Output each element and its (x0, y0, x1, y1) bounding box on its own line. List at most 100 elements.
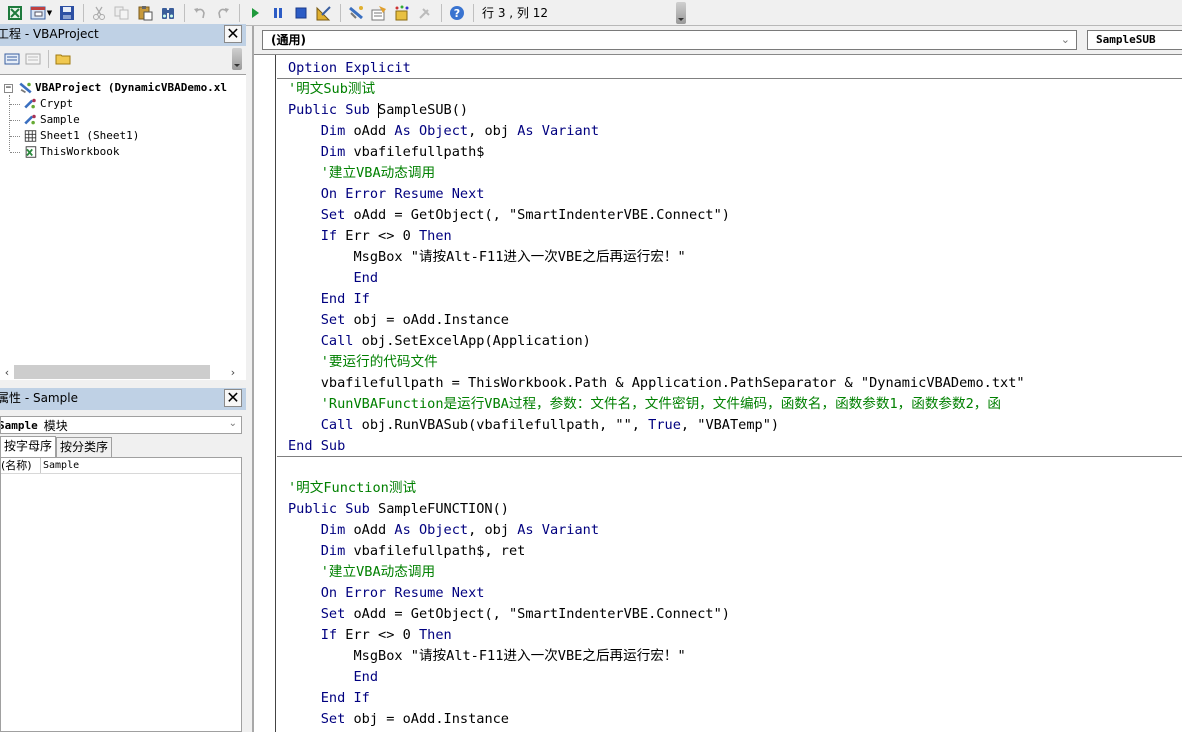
code-line[interactable]: Set obj = oAdd.Instance (288, 709, 1025, 730)
close-icon: ✕ (226, 24, 240, 43)
project-explorer-button[interactable] (345, 2, 367, 24)
toolbar-separator (48, 50, 49, 68)
tree-item-label: ThisWorkbook (40, 145, 120, 158)
properties-panel-close-button[interactable]: ✕ (224, 389, 242, 407)
code-token: , obj (468, 123, 518, 139)
save-button[interactable] (56, 2, 78, 24)
property-row[interactable]: (名称) Sample (1, 458, 241, 474)
view-object-button[interactable] (23, 48, 43, 70)
redo-button[interactable] (212, 2, 234, 24)
code-keyword: Then (418, 627, 452, 643)
help-button[interactable]: ? (446, 2, 468, 24)
code-line[interactable]: Dim vbafilefullpath$, ret (288, 541, 1025, 562)
tree-root-label: VBAProject (DynamicVBADemo.xl (35, 81, 228, 94)
code-line[interactable]: Set oAdd = GetObject(, "SmartIndenterVBE… (288, 205, 1025, 226)
code-line[interactable]: Option Explicit (288, 58, 1025, 79)
paste-button[interactable] (134, 2, 156, 24)
code-line[interactable]: Set obj = oAdd.Instance (288, 310, 1025, 331)
code-line[interactable]: Dim vbafilefullpath$ (288, 142, 1025, 163)
code-line[interactable]: End Sub (288, 436, 1025, 457)
code-keyword: As Object (394, 123, 469, 139)
copy-button[interactable] (111, 2, 133, 24)
tree-item-sample[interactable]: Sample (10, 112, 80, 128)
code-line[interactable] (288, 457, 1025, 478)
folder-icon (55, 54, 71, 65)
code-line[interactable]: Set oAdd = GetObject(, "SmartIndenterVBE… (288, 604, 1025, 625)
property-value[interactable]: Sample (41, 458, 79, 473)
view-code-button[interactable] (2, 48, 22, 70)
tree-item-sheet1[interactable]: Sheet1 (Sheet1) (10, 128, 139, 144)
object-combobox[interactable]: (通用) ⌄ (262, 30, 1077, 50)
code-line[interactable]: MsgBox "请按Alt-F11进入一次VBE之后再运行宏！" (288, 646, 1025, 667)
code-line[interactable]: '建立VBA动态调用 (288, 562, 1025, 583)
project-panel-close-button[interactable]: ✕ (224, 25, 242, 43)
code-line[interactable]: If Err <> 0 Then (288, 625, 1025, 646)
view-excel-button[interactable] (4, 2, 26, 24)
insert-userform-button[interactable]: ▼ (27, 2, 55, 24)
code-line[interactable]: 'RunVBAFunction是运行VBA过程，参数：文件名，文件密钥，文件编码… (288, 394, 1025, 415)
code-line[interactable]: MsgBox "请按Alt-F11进入一次VBE之后再运行宏！" (288, 247, 1025, 268)
code-line[interactable]: End (288, 268, 1025, 289)
code-line[interactable]: On Error Resume Next (288, 184, 1025, 205)
run-button[interactable] (244, 2, 266, 24)
code-margin-indicator-bar[interactable] (254, 55, 276, 732)
tree-item-thisworkbook[interactable]: ThisWorkbook (10, 144, 119, 160)
code-line[interactable]: End If (288, 688, 1025, 709)
code-line[interactable]: Dim oAdd As Object, obj As Variant (288, 520, 1025, 541)
code-keyword: Then (418, 228, 452, 244)
properties-button[interactable] (368, 2, 390, 24)
project-tree-hscrollbar[interactable]: ‹ › (0, 364, 246, 380)
tab-alphabetic[interactable]: 按字母序 (0, 436, 57, 457)
object-browser-icon (395, 5, 409, 20)
code-line[interactable]: End (288, 667, 1025, 688)
code-line[interactable]: vbafilefullpath = ThisWorkbook.Path & Ap… (288, 373, 1025, 394)
object-browser-button[interactable] (391, 2, 413, 24)
code-keyword: As Object (394, 522, 469, 538)
code-comment: '建立VBA动态调用 (320, 564, 436, 580)
design-mode-icon (316, 5, 331, 20)
code-line[interactable]: If Err <> 0 Then (288, 226, 1025, 247)
toolbox-button[interactable] (414, 2, 436, 24)
scrollbar-thumb[interactable] (14, 365, 210, 379)
code-line[interactable]: '明文Sub测试 (288, 79, 1025, 100)
code-line[interactable]: End If (288, 289, 1025, 310)
toggle-folders-button[interactable] (53, 48, 73, 70)
code-line[interactable]: Call obj.SetExcelApp(Application) (288, 331, 1025, 352)
reset-button[interactable] (290, 2, 312, 24)
scroll-right-icon[interactable]: › (226, 366, 240, 379)
toolbar-options-grip[interactable] (676, 2, 686, 24)
code-line[interactable]: '明文Function测试 (288, 478, 1025, 499)
break-button[interactable] (267, 2, 289, 24)
cut-icon (93, 6, 105, 20)
code-text[interactable]: Option Explicit '明文Sub测试 Public Sub Sample… (288, 58, 1025, 730)
tree-item-crypt[interactable]: Crypt (10, 96, 73, 112)
code-line[interactable]: '建立VBA动态调用 (288, 163, 1025, 184)
toolbar-separator (184, 3, 185, 22)
scroll-left-icon[interactable]: ‹ (0, 366, 14, 379)
procedure-combobox[interactable]: SampleSUB (1087, 30, 1182, 50)
tree-root-vbaproject[interactable]: − VBAProject (DynamicVBADemo.xl (4, 80, 227, 96)
code-line[interactable]: On Error Resume Next (288, 583, 1025, 604)
find-button[interactable] (157, 2, 179, 24)
panel-toolbar-grip[interactable] (232, 48, 242, 70)
undo-button[interactable] (189, 2, 211, 24)
properties-object-select[interactable]: Sample 模块 ⌄ (0, 416, 242, 434)
code-line[interactable]: Dim oAdd As Object, obj As Variant (288, 121, 1025, 142)
code-line[interactable]: Public Sub SampleFUNCTION() (288, 499, 1025, 520)
code-editor[interactable]: Option Explicit '明文Sub测试 Public Sub Sample… (254, 54, 1182, 732)
collapse-icon[interactable]: − (4, 83, 13, 93)
code-line[interactable]: Public Sub SampleSUB() (288, 100, 1025, 121)
design-mode-button[interactable] (313, 2, 335, 24)
code-comment: '建立VBA动态调用 (320, 165, 436, 181)
code-token: SampleFUNCTION() (369, 501, 509, 517)
properties-tabs: 按字母序 按分类序 (0, 436, 113, 457)
code-line[interactable]: Call obj.RunVBASub(vbafilefullpath, "", … (288, 415, 1025, 436)
code-line[interactable]: '要运行的代码文件 (288, 352, 1025, 373)
copy-icon (114, 6, 129, 19)
tab-categorized[interactable]: 按分类序 (56, 437, 113, 457)
cut-button[interactable] (88, 2, 110, 24)
redo-icon (218, 7, 229, 18)
